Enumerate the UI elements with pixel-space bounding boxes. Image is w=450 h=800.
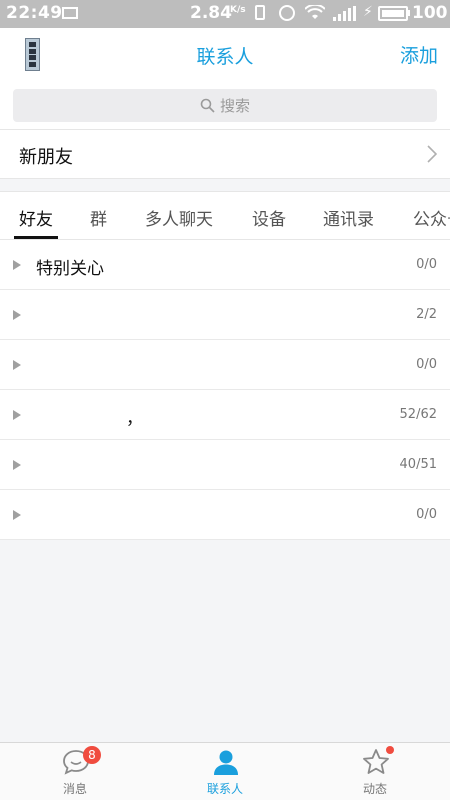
group-count: 40/51 (399, 457, 437, 472)
nav-messages[interactable]: 8 消息 (0, 743, 150, 800)
new-friends-row[interactable]: 新朋友 (0, 129, 450, 179)
nav-messages-label: 消息 (62, 782, 87, 796)
group-name: 特别关心 (36, 259, 104, 279)
wifi-icon (305, 5, 325, 19)
group-count: 0/0 (416, 257, 437, 272)
signal-icon (333, 6, 356, 21)
tab-groups[interactable]: 群 (90, 205, 107, 230)
bottom-nav: 8 消息 联系人 动态 (0, 742, 450, 800)
contacts-screen: 22:49 2.84 K/s ⚡ 100 联系人 添加 搜索 新朋友 好友 群 … (0, 0, 450, 800)
expand-arrow-icon (13, 310, 21, 320)
page-title: 联系人 (196, 46, 254, 68)
status-bar: 22:49 2.84 K/s ⚡ 100 (0, 0, 450, 28)
unread-badge: 8 (83, 746, 101, 764)
network-speed-unit: K/s (230, 5, 246, 15)
chevron-right-icon (427, 145, 437, 163)
mail-notification-icon (62, 7, 78, 19)
friend-group-row[interactable]: 0/0 (0, 490, 450, 540)
add-button[interactable]: 添加 (400, 41, 438, 68)
friend-group-list: 特别关心 0/0 2/2 0/0 ， 52/62 40/51 0/0 (0, 240, 450, 540)
vibrate-icon (255, 5, 265, 20)
alarm-icon (279, 5, 295, 21)
group-count: 2/2 (416, 307, 437, 322)
title-bar: 联系人 添加 (0, 28, 450, 82)
expand-arrow-icon (13, 410, 21, 420)
group-count: 0/0 (416, 357, 437, 372)
new-friends-label: 新朋友 (19, 147, 73, 168)
tab-devices[interactable]: 设备 (252, 205, 286, 230)
tab-official-accounts[interactable]: 公众号 (413, 205, 450, 230)
tab-address-book[interactable]: 通讯录 (323, 205, 374, 230)
nav-moments[interactable]: 动态 (300, 743, 450, 800)
battery-tip (408, 10, 410, 16)
expand-arrow-icon (13, 360, 21, 370)
tab-multi-chat[interactable]: 多人聊天 (145, 205, 213, 230)
battery-icon (378, 6, 408, 21)
group-name: ， (126, 409, 143, 429)
nav-moments-label: 动态 (362, 782, 387, 796)
nav-contacts-label: 联系人 (206, 782, 243, 796)
contact-tabs: 好友 群 多人聊天 设备 通讯录 公众号 (0, 191, 450, 240)
search-bar: 搜索 (0, 82, 450, 129)
friend-group-row[interactable]: ， 52/62 (0, 390, 450, 440)
battery-percent: 100 (412, 3, 448, 23)
nav-contacts[interactable]: 联系人 (150, 743, 300, 800)
person-icon (214, 750, 238, 775)
expand-arrow-icon (13, 510, 21, 520)
group-count: 0/0 (416, 507, 437, 522)
expand-arrow-icon (13, 260, 21, 270)
search-icon (200, 98, 215, 113)
new-activity-dot (386, 746, 394, 754)
friend-group-row[interactable]: 特别关心 0/0 (0, 240, 450, 290)
friend-group-row[interactable]: 2/2 (0, 290, 450, 340)
network-speed: 2.84 (190, 3, 232, 23)
tab-active-indicator (14, 236, 58, 239)
group-count: 52/62 (399, 407, 437, 422)
charging-icon: ⚡ (363, 4, 373, 20)
friend-group-row[interactable]: 40/51 (0, 440, 450, 490)
friend-group-row[interactable]: 0/0 (0, 340, 450, 390)
search-input[interactable]: 搜索 (13, 89, 437, 122)
search-placeholder: 搜索 (219, 97, 250, 115)
expand-arrow-icon (13, 460, 21, 470)
tab-friends[interactable]: 好友 (19, 205, 53, 230)
status-time: 22:49 (6, 3, 63, 23)
